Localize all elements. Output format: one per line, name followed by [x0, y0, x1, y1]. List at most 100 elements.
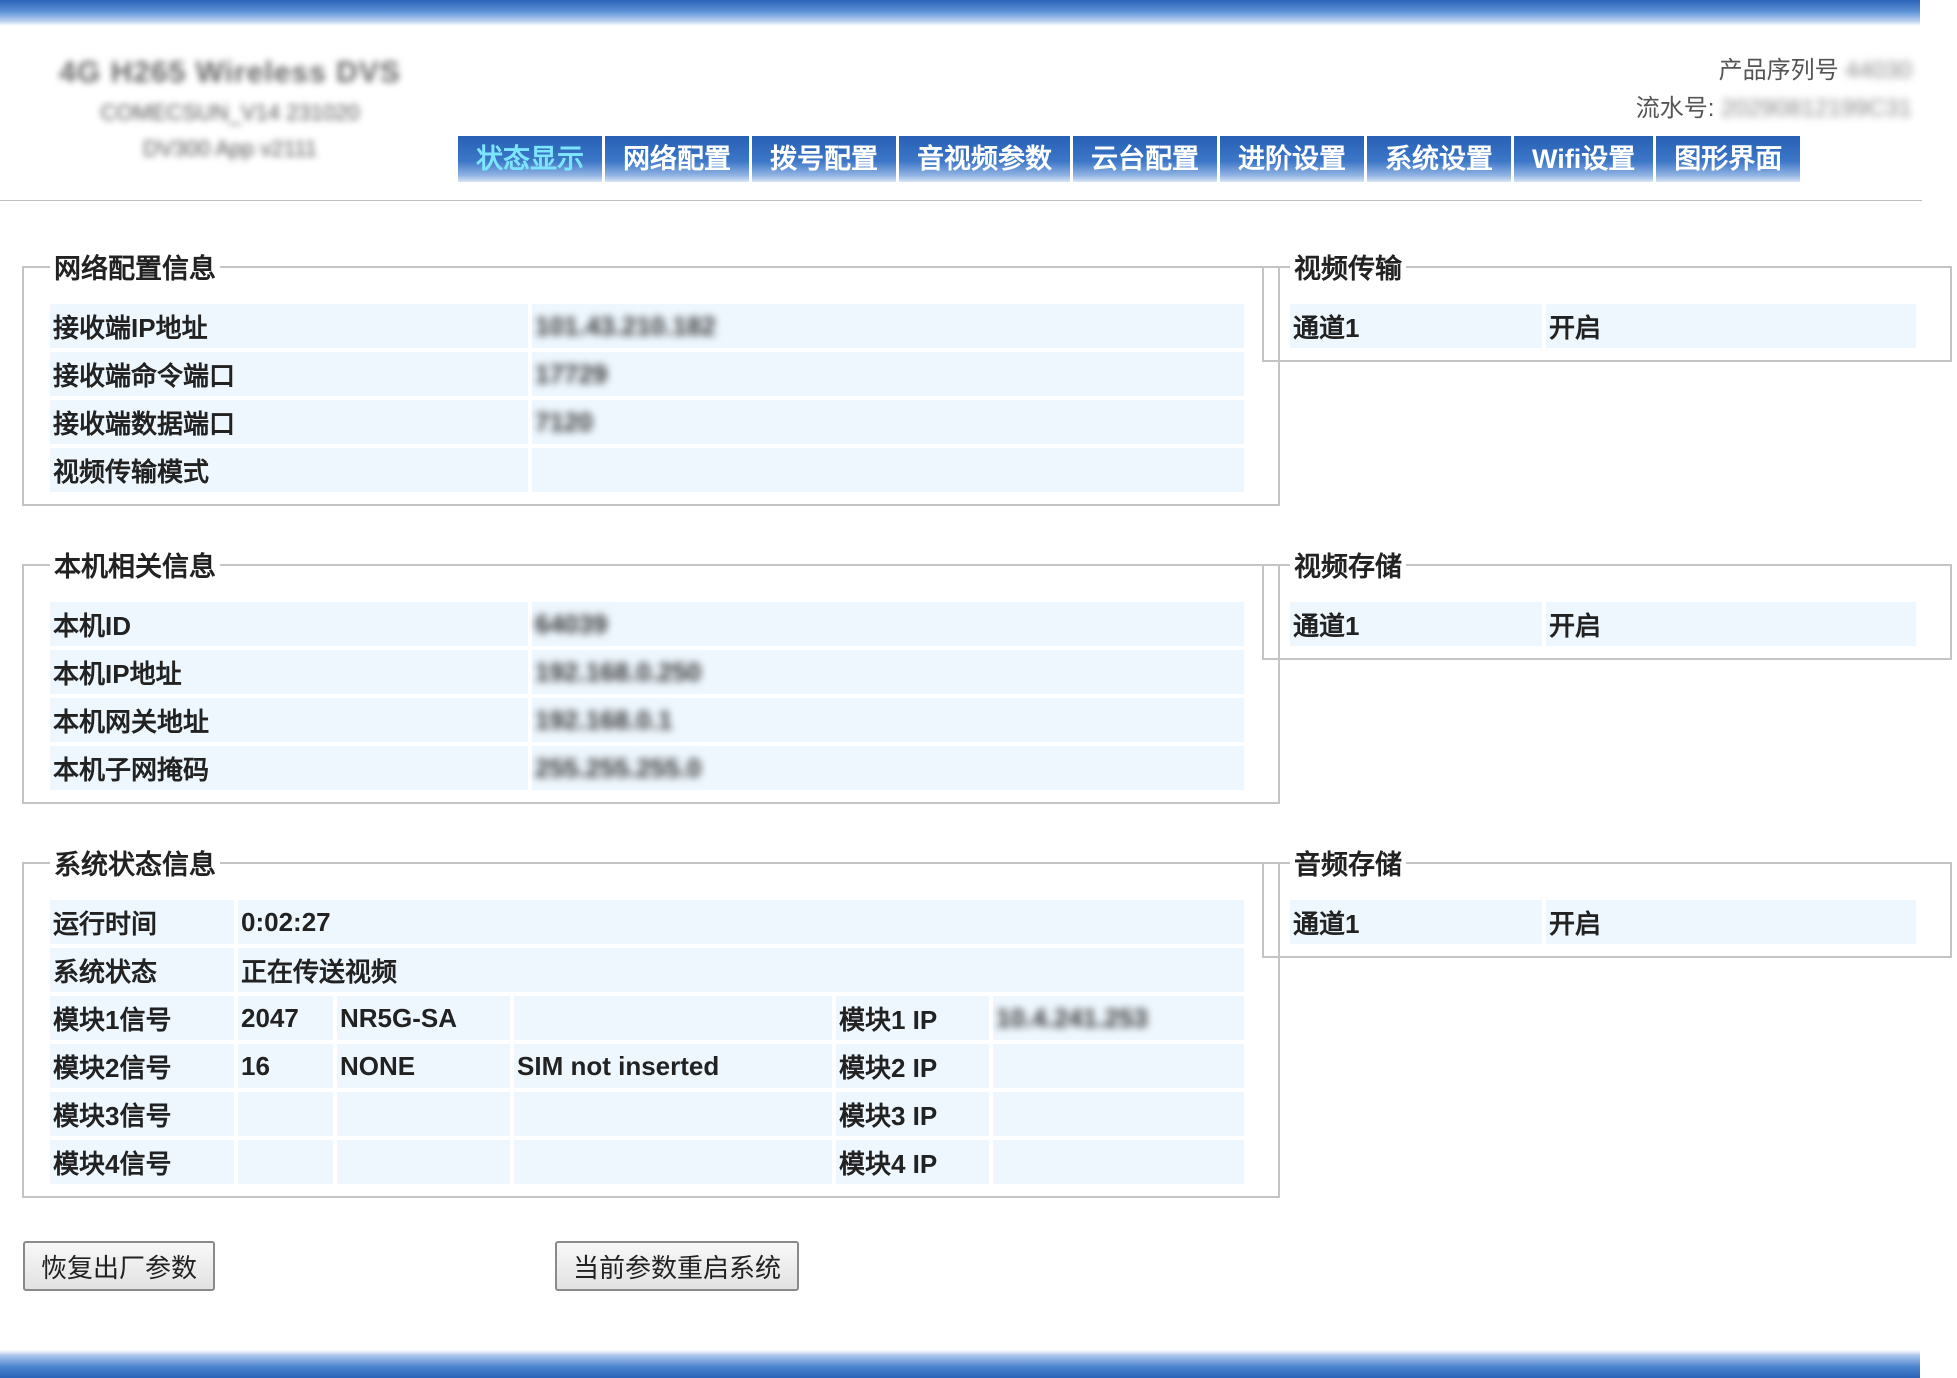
video-storage-panel: 视频存储 通道1 开启: [1262, 545, 1952, 660]
serial-label: 产品序列号: [1718, 57, 1839, 84]
table-row: 系统状态 正在传送视频: [50, 948, 1244, 992]
module2-network: NONE: [337, 1044, 510, 1088]
system-status-table: 运行时间 0:02:27 系统状态 正在传送视频 模块1信号 2047 NR5G…: [46, 896, 1248, 1188]
local-info-legend: 本机相关信息: [54, 552, 216, 582]
tab-ptz[interactable]: 云台配置: [1073, 136, 1217, 182]
table-row: 通道1 开启: [1290, 900, 1916, 944]
module4-ip-label: 模块4 IP: [836, 1140, 989, 1184]
video-transfer-channel: 通道1: [1290, 304, 1542, 348]
table-row: 本机子网掩码 255.255.255.0: [50, 746, 1244, 790]
video-storage-channel: 通道1: [1290, 602, 1542, 646]
gateway-value: 192.168.0.1: [532, 698, 1244, 742]
flow-label: 流水号:: [1635, 95, 1715, 122]
main-nav: 状态显示 网络配置 拨号配置 音视频参数 云台配置 进阶设置 系统设置 Wifi…: [458, 136, 1803, 182]
module4-ip-value: [993, 1140, 1244, 1184]
brand-block: 4G H265 Wireless DVS COMECSUN_V14 231020…: [40, 58, 420, 160]
module4-network: [337, 1140, 510, 1184]
video-transfer-panel: 视频传输 通道1 开启: [1262, 247, 1952, 362]
module2-signal-value: 16: [238, 1044, 333, 1088]
factory-reset-button[interactable]: 恢复出厂参数: [23, 1241, 216, 1291]
tab-advanced[interactable]: 进阶设置: [1220, 136, 1364, 182]
table-row: 模块1信号 2047 NR5G-SA 模块1 IP 10.4.241.253: [50, 996, 1244, 1040]
runtime-value: 0:02:27: [238, 900, 1244, 944]
tab-network[interactable]: 网络配置: [605, 136, 749, 182]
system-status-legend: 系统状态信息: [54, 850, 216, 880]
module3-ip-label: 模块3 IP: [836, 1092, 989, 1136]
module2-ip-label: 模块2 IP: [836, 1044, 989, 1088]
table-row: 通道1 开启: [1290, 304, 1916, 348]
bottom-banner: [0, 1350, 1920, 1378]
device-id-label: 本机ID: [50, 602, 528, 646]
module1-signal-label: 模块1信号: [50, 996, 234, 1040]
tab-dialup[interactable]: 拨号配置: [752, 136, 896, 182]
audio-storage-panel: 音频存储 通道1 开启: [1262, 843, 1952, 958]
tab-av-params[interactable]: 音视频参数: [899, 136, 1070, 182]
runtime-label: 运行时间: [50, 900, 234, 944]
video-storage-table: 通道1 开启: [1286, 598, 1920, 650]
module2-signal-label: 模块2信号: [50, 1044, 234, 1088]
module2-sim: SIM not inserted: [514, 1044, 832, 1088]
table-row: 运行时间 0:02:27: [50, 900, 1244, 944]
table-row: 模块2信号 16 NONE SIM not inserted 模块2 IP: [50, 1044, 1244, 1088]
local-info-panel: 本机相关信息 本机ID 64039 本机IP地址 192.168.0.250 本…: [22, 545, 1280, 804]
brand-title: 4G H265 Wireless DVS: [59, 56, 401, 89]
tab-status[interactable]: 状态显示: [458, 136, 602, 182]
video-transfer-state: 开启: [1546, 304, 1916, 348]
receiver-ip-label: 接收端IP地址: [50, 304, 528, 348]
module3-network: [337, 1092, 510, 1136]
network-info-panel: 网络配置信息 接收端IP地址 101.43.210.182 接收端命令端口 17…: [22, 247, 1280, 506]
table-row: 接收端IP地址 101.43.210.182: [50, 304, 1244, 348]
receiver-cmd-port-value: 17729: [532, 352, 1244, 396]
serial-info: 产品序列号 44030 流水号: 20290812199C31: [1636, 52, 1912, 128]
module3-signal-label: 模块3信号: [50, 1092, 234, 1136]
module1-ip-value: 10.4.241.253: [993, 996, 1244, 1040]
flow-row: 流水号: 20290812199C31: [1636, 90, 1912, 128]
header-divider: [0, 200, 1922, 201]
video-mode-label: 视频传输模式: [50, 448, 528, 492]
module3-sim: [514, 1092, 832, 1136]
audio-storage-state: 开启: [1546, 900, 1916, 944]
video-transfer-legend: 视频传输: [1294, 254, 1402, 284]
brand-model: COMECSUN_V14 231020: [100, 100, 360, 125]
device-ip-value: 192.168.0.250: [532, 650, 1244, 694]
audio-storage-table: 通道1 开启: [1286, 896, 1920, 948]
tab-wifi[interactable]: Wifi设置: [1514, 136, 1654, 182]
module4-signal-value: [238, 1140, 333, 1184]
table-row: 模块3信号 模块3 IP: [50, 1092, 1244, 1136]
audio-storage-legend: 音频存储: [1294, 850, 1402, 880]
audio-storage-channel: 通道1: [1290, 900, 1542, 944]
system-state-label: 系统状态: [50, 948, 234, 992]
table-row: 接收端命令端口 17729: [50, 352, 1244, 396]
module3-ip-value: [993, 1092, 1244, 1136]
module1-sim: [514, 996, 832, 1040]
table-row: 通道1 开启: [1290, 602, 1916, 646]
network-info-legend: 网络配置信息: [54, 254, 216, 284]
module1-ip-label: 模块1 IP: [836, 996, 989, 1040]
tab-gui[interactable]: 图形界面: [1656, 136, 1801, 182]
system-state-value: 正在传送视频: [238, 948, 1244, 992]
video-mode-value: [532, 448, 1244, 492]
top-banner: [0, 0, 1920, 26]
flow-value: 20290812199C31: [1721, 95, 1912, 122]
module4-sim: [514, 1140, 832, 1184]
module4-signal-label: 模块4信号: [50, 1140, 234, 1184]
table-row: 接收端数据端口 7120: [50, 400, 1244, 444]
tab-system[interactable]: 系统设置: [1367, 136, 1511, 182]
brand-version: DV300 App v2111: [142, 136, 318, 161]
serial-row: 产品序列号 44030: [1636, 52, 1912, 90]
receiver-ip-value: 101.43.210.182: [532, 304, 1244, 348]
subnet-mask-value: 255.255.255.0: [532, 746, 1244, 790]
restart-system-button[interactable]: 当前参数重启系统: [555, 1241, 800, 1291]
network-info-table: 接收端IP地址 101.43.210.182 接收端命令端口 17729 接收端…: [46, 300, 1248, 496]
video-storage-legend: 视频存储: [1294, 552, 1402, 582]
table-row: 本机IP地址 192.168.0.250: [50, 650, 1244, 694]
device-id-value: 64039: [532, 602, 1244, 646]
module1-network: NR5G-SA: [337, 996, 510, 1040]
receiver-cmd-port-label: 接收端命令端口: [50, 352, 528, 396]
local-info-table: 本机ID 64039 本机IP地址 192.168.0.250 本机网关地址 1…: [46, 598, 1248, 794]
gateway-label: 本机网关地址: [50, 698, 528, 742]
video-storage-state: 开启: [1546, 602, 1916, 646]
table-row: 本机网关地址 192.168.0.1: [50, 698, 1244, 742]
device-ip-label: 本机IP地址: [50, 650, 528, 694]
module1-signal-value: 2047: [238, 996, 333, 1040]
